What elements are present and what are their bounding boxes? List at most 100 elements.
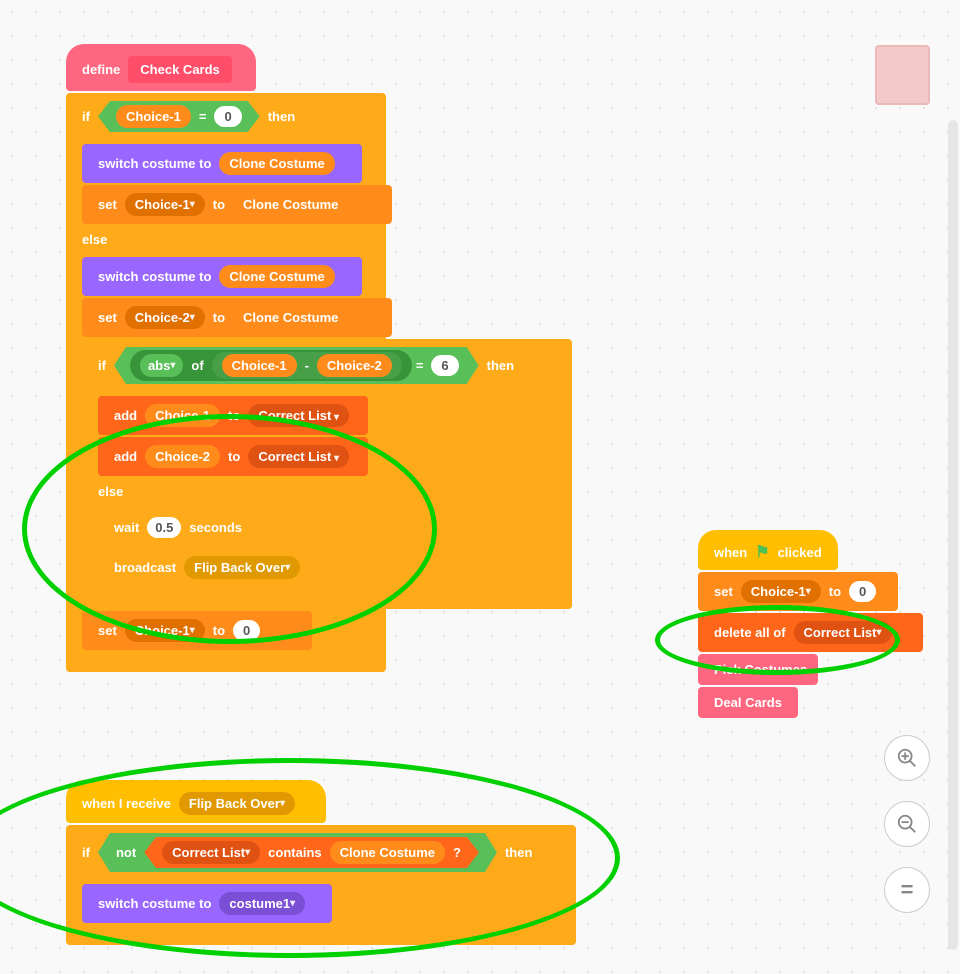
set-label-3: set (98, 623, 117, 638)
script-stack-1[interactable]: define Check Cards if Choice-1 = 0 then … (66, 42, 386, 672)
number-input-six[interactable]: 6 (431, 355, 458, 376)
variable-reporter-choice1-b[interactable]: Choice-1 (222, 354, 297, 377)
green-flag-icon: ⚑ (755, 542, 769, 562)
variable-reporter-clone-costume-3[interactable]: Clone Costume (219, 265, 334, 288)
set-variable-block-3[interactable]: set Choice-1 to 0 (82, 611, 312, 650)
pick-costumes-label: Pick Costumes (714, 662, 807, 677)
broadcast-block[interactable]: broadcast Flip Back Over (98, 548, 328, 587)
then-keyword-3: then (505, 845, 532, 860)
switch-costume-label-2: switch costume to (98, 269, 211, 284)
variable-reporter-clone-costume-4[interactable]: Clone Costume (233, 306, 348, 329)
set-variable-block-2[interactable]: set Choice-2 to Clone Costume (82, 298, 392, 337)
delete-all-of-list-block[interactable]: delete all of Correct List (698, 613, 923, 652)
clicked-label: clicked (778, 545, 822, 560)
equals-sign-2: = (416, 358, 424, 373)
not-label: not (116, 845, 136, 860)
when-receive-hat[interactable]: when I receive Flip Back Over (66, 780, 326, 823)
list-dropdown-2[interactable]: Correct List (248, 445, 349, 468)
variable-reporter-clone-costume[interactable]: Clone Costume (219, 152, 334, 175)
number-input-zero-3[interactable]: 0 (849, 581, 876, 602)
not-operator[interactable]: not Correct List contains Clone Costume … (98, 833, 497, 872)
zoom-in-button[interactable] (884, 735, 930, 781)
broadcast-label: broadcast (114, 560, 176, 575)
zoom-out-button[interactable] (884, 801, 930, 847)
inner-if-row: if abs of Choice-1 - Choice-2 (82, 339, 572, 392)
define-keyword: define (82, 62, 120, 77)
equals-operator-2[interactable]: abs of Choice-1 - Choice-2 = 6 (114, 347, 479, 384)
variable-reporter-choice2-b[interactable]: Choice-2 (317, 354, 392, 377)
subtract-operator[interactable]: Choice-1 - Choice-2 (212, 352, 402, 379)
variable-reporter-clone-costume-2[interactable]: Clone Costume (233, 193, 348, 216)
wait-block[interactable]: wait 0.5 seconds (98, 509, 258, 546)
list-dropdown-3[interactable]: Correct List (162, 841, 260, 864)
if-else-block-outer[interactable]: if Choice-1 = 0 then switch costume to C… (66, 93, 386, 672)
variable-dropdown-choice1[interactable]: Choice-1 (125, 193, 205, 216)
script-stack-2[interactable]: when I receive Flip Back Over if not Cor… (66, 778, 576, 945)
else-row-outer: else (66, 226, 386, 253)
call-deal-cards[interactable]: Deal Cards (698, 687, 798, 718)
inner-if-foot (82, 589, 572, 609)
list-dropdown-4[interactable]: Correct List (794, 621, 892, 644)
set-variable-block-4[interactable]: set Choice-1 to 0 (698, 572, 898, 611)
else-keyword: else (82, 232, 107, 247)
variable-reporter-choice2-c[interactable]: Choice-2 (145, 445, 220, 468)
switch-costume-block-2[interactable]: switch costume to Clone Costume (82, 257, 362, 296)
equals-sign: = (199, 109, 207, 124)
set-variable-block-1[interactable]: set Choice-1 to Clone Costume (82, 185, 392, 224)
zoom-out-icon (896, 813, 918, 835)
minus-sign: - (305, 358, 309, 373)
switch-costume-block-1[interactable]: switch costume to Clone Costume (82, 144, 362, 183)
number-input-zero[interactable]: 0 (214, 106, 241, 127)
switch-costume-label: switch costume to (98, 156, 211, 171)
message-dropdown-2[interactable]: Flip Back Over (179, 792, 295, 815)
contains-label: contains (268, 845, 321, 860)
set-label-2: set (98, 310, 117, 325)
to-label-2: to (213, 310, 225, 325)
number-input-zero-2[interactable]: 0 (233, 620, 260, 641)
variable-dropdown-choice1-b[interactable]: Choice-1 (125, 619, 205, 642)
variable-dropdown-choice2[interactable]: Choice-2 (125, 306, 205, 329)
variable-reporter-clone-costume-5[interactable]: Clone Costume (330, 841, 445, 864)
if-block-3[interactable]: if not Correct List contains Clone Costu… (66, 825, 576, 945)
variable-reporter-choice1[interactable]: Choice-1 (116, 105, 191, 128)
set-label: set (98, 197, 117, 212)
when-receive-label: when I receive (82, 796, 171, 811)
call-pick-costumes[interactable]: Pick Costumes (698, 654, 818, 685)
zoom-reset-button[interactable]: = (884, 867, 930, 913)
scratch-scripts-area[interactable]: define Check Cards if Choice-1 = 0 then … (0, 0, 960, 974)
delete-all-label: delete all of (714, 625, 786, 640)
equals-operator[interactable]: Choice-1 = 0 (98, 101, 260, 132)
variable-reporter-choice1-c[interactable]: Choice-1 (145, 404, 220, 427)
seconds-label: seconds (189, 520, 242, 535)
script-stack-3[interactable]: when ⚑ clicked set Choice-1 to 0 delete … (698, 528, 923, 718)
abs-of-operator[interactable]: abs of Choice-1 - Choice-2 (130, 350, 412, 381)
to-label-5: to (213, 623, 225, 638)
else-row-inner: else (82, 478, 572, 505)
add-to-list-block-1[interactable]: add Choice-1 to Correct List (98, 396, 368, 435)
variable-dropdown-choice1-c[interactable]: Choice-1 (741, 580, 821, 603)
define-hat-block[interactable]: define Check Cards (66, 44, 256, 91)
to-label-4: to (228, 449, 240, 464)
if-keyword-2: if (98, 358, 106, 373)
vertical-scrollbar[interactable] (948, 120, 958, 950)
set-label-4: set (714, 584, 733, 599)
to-label-6: to (829, 584, 841, 599)
wait-seconds-input[interactable]: 0.5 (147, 517, 181, 538)
abs-dropdown[interactable]: abs (140, 354, 183, 377)
deal-cards-label: Deal Cards (714, 695, 782, 710)
if-else-block-inner[interactable]: if abs of Choice-1 - Choice-2 (82, 339, 572, 609)
when-flag-clicked-hat[interactable]: when ⚑ clicked (698, 530, 838, 570)
question-mark: ? (453, 845, 461, 860)
then-keyword-2: then (487, 358, 514, 373)
add-label-1: add (114, 408, 137, 423)
message-dropdown[interactable]: Flip Back Over (184, 556, 300, 579)
list-contains-reporter[interactable]: Correct List contains Clone Costume ? (144, 837, 479, 868)
add-to-list-block-2[interactable]: add Choice-2 to Correct List (98, 437, 368, 476)
zoom-reset-label: = (901, 877, 914, 903)
costume-dropdown[interactable]: costume1 (219, 892, 305, 915)
list-dropdown-1[interactable]: Correct List (248, 404, 349, 427)
sprite-thumbnail[interactable] (875, 45, 930, 105)
switch-costume-block-3[interactable]: switch costume to costume1 (82, 884, 332, 923)
when-label: when (714, 545, 747, 560)
then-keyword: then (268, 109, 295, 124)
